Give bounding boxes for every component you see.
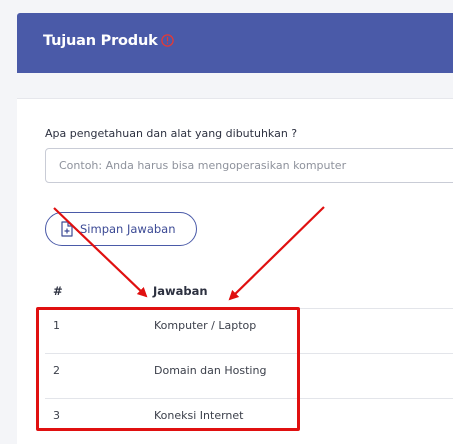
column-header-number: # bbox=[53, 284, 63, 298]
highlight-box-annotation bbox=[36, 307, 300, 431]
add-file-icon bbox=[60, 221, 74, 237]
save-answer-label: Simpan Jawaban bbox=[80, 222, 176, 236]
question-label: Apa pengetahuan dan alat yang dibutuhkan… bbox=[45, 127, 298, 140]
page-title-text: Tujuan Produk bbox=[43, 33, 158, 49]
column-header-answer: Jawaban bbox=[153, 284, 208, 298]
save-answer-button[interactable]: Simpan Jawaban bbox=[45, 212, 197, 246]
answer-input[interactable] bbox=[45, 148, 453, 183]
page-title: Tujuan Produk bbox=[43, 33, 174, 51]
info-circle-icon[interactable] bbox=[160, 34, 174, 51]
page-header: Tujuan Produk bbox=[17, 13, 453, 73]
